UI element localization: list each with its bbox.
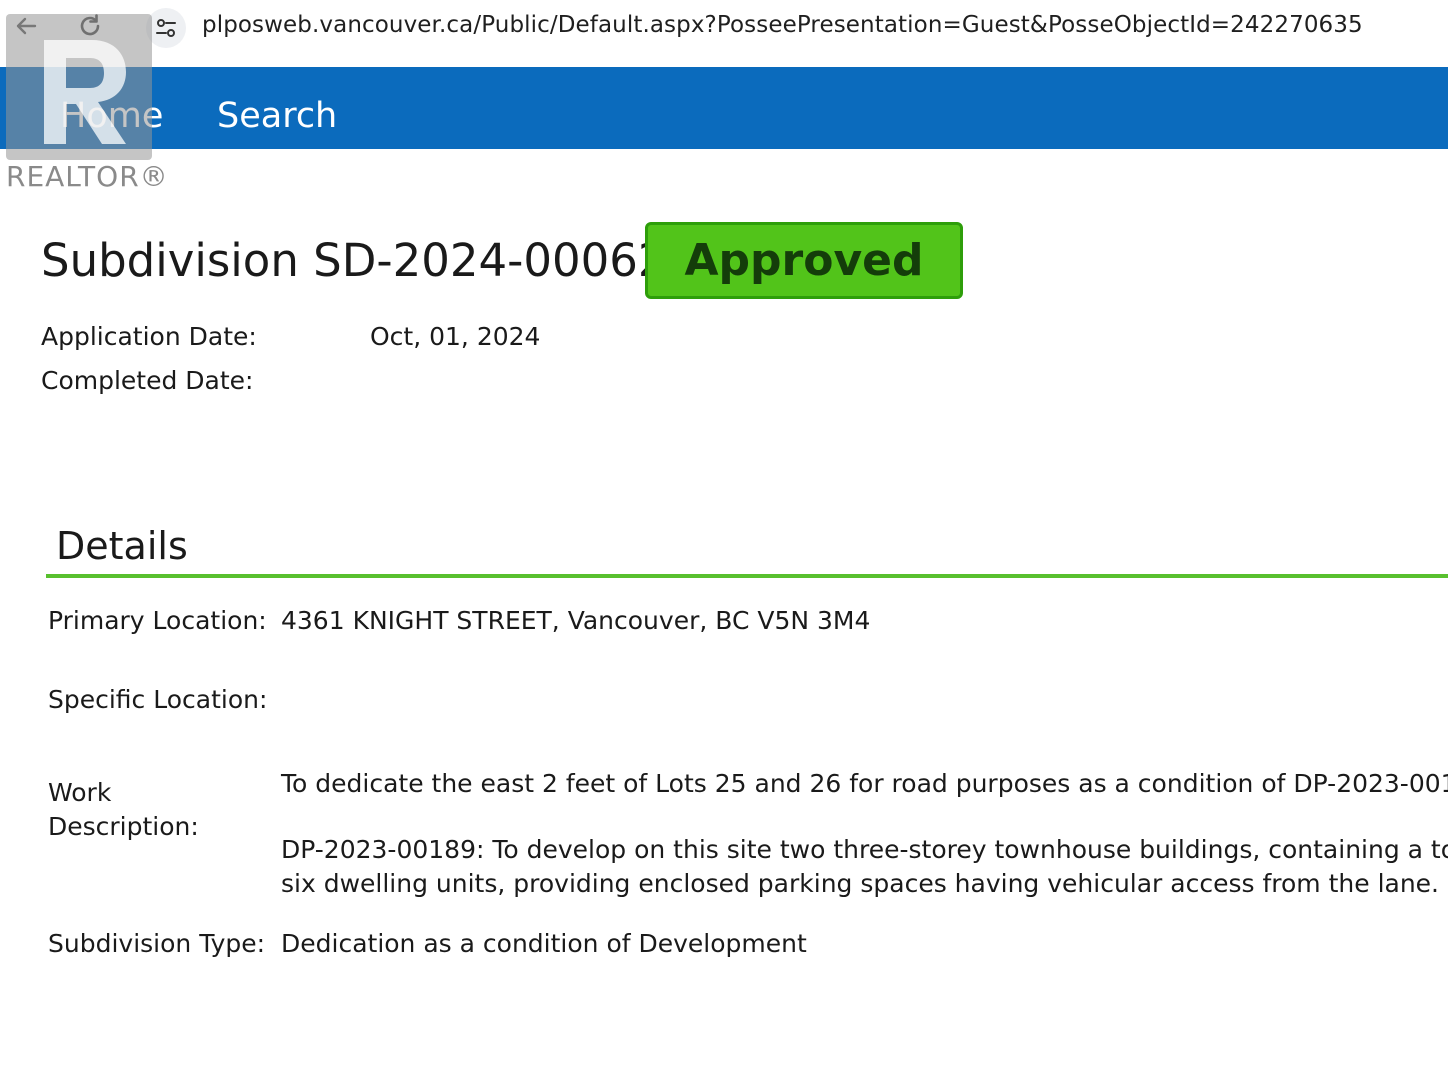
subdivision-type-label: Subdivision Type: [48,929,266,958]
nav-search-link[interactable]: Search [217,96,337,136]
completed-date-label: Completed Date: [41,366,254,395]
realtor-watermark-text: REALTOR® [6,160,169,193]
url-text[interactable]: plposweb.vancouver.ca/Public/Default.asp… [202,12,1363,38]
primary-location-label: Primary Location: [48,606,267,635]
primary-location-value: 4361 KNIGHT STREET, Vancouver, BC V5N 3M… [281,606,871,635]
arrow-left-icon[interactable] [8,8,44,44]
work-description-label-line-2: Description: [48,812,199,841]
work-description-line-3: six dwelling units, providing enclosed p… [281,869,1440,898]
reload-icon[interactable] [72,8,108,44]
details-divider [46,574,1448,578]
status-badge: Approved [645,222,963,299]
page-title: Subdivision SD-2024-00062 [41,234,667,287]
application-date-value: Oct, 01, 2024 [370,322,541,351]
specific-location-label: Specific Location: [48,685,268,714]
nav-home-link[interactable]: Home [60,96,163,136]
work-description-line-2: DP-2023-00189: To develop on this site t… [281,835,1448,864]
browser-address-bar: plposweb.vancouver.ca/Public/Default.asp… [0,0,1448,58]
tune-icon[interactable] [146,8,186,48]
subdivision-type-value: Dedication as a condition of Development [281,929,807,958]
page: plposweb.vancouver.ca/Public/Default.asp… [0,0,1448,1086]
work-description-line-1: To dedicate the east 2 feet of Lots 25 a… [281,769,1448,798]
application-date-label: Application Date: [41,322,257,351]
details-heading: Details [56,524,188,568]
work-description-label-line-1: Work [48,778,112,807]
